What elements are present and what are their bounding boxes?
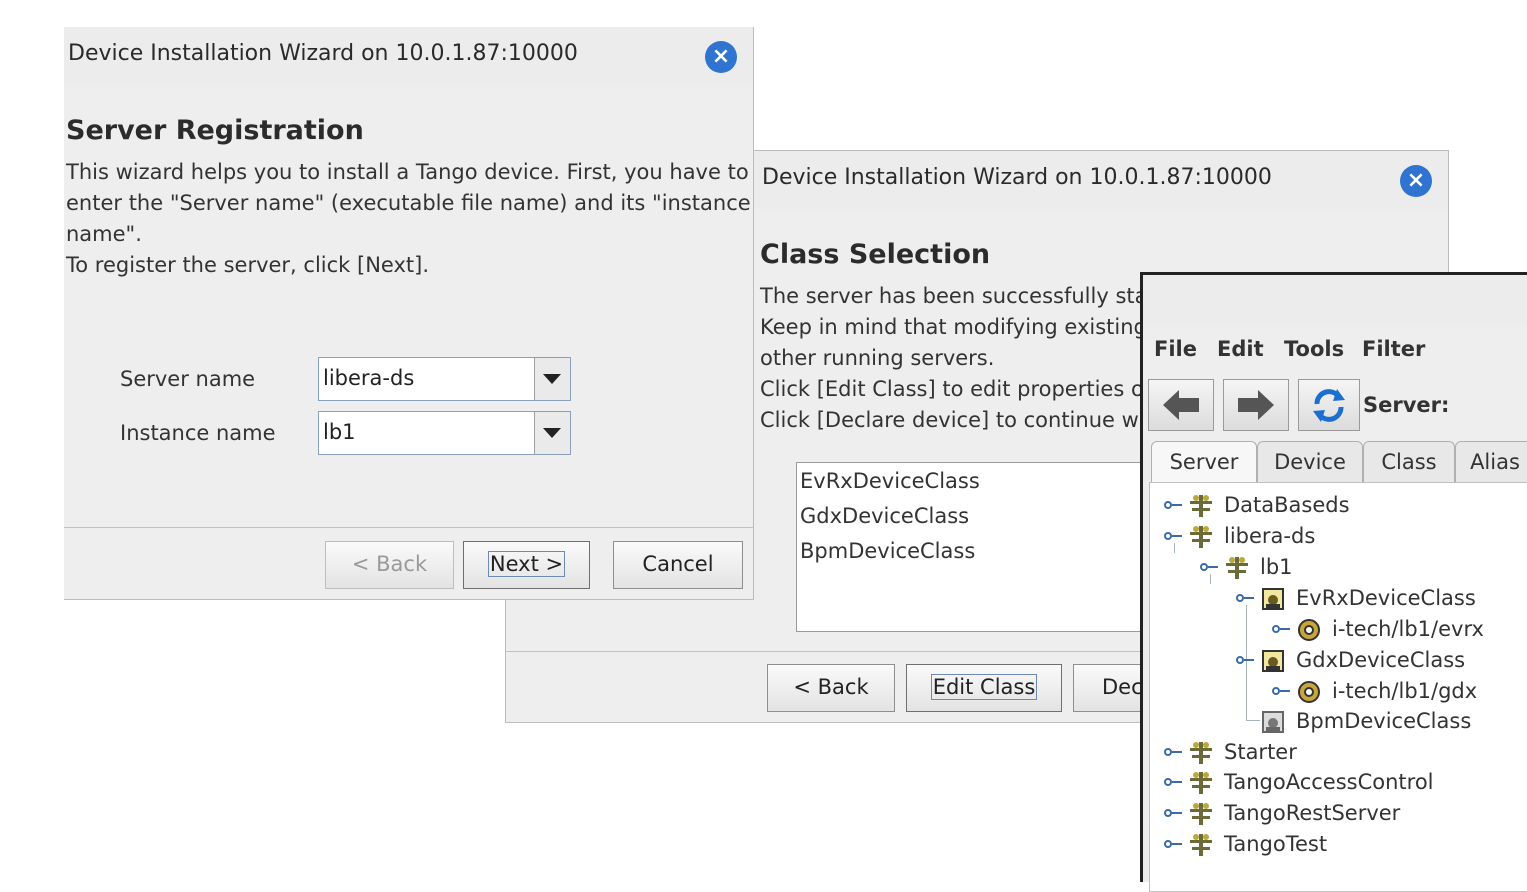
close-icon[interactable]: × (705, 41, 737, 73)
close-icon[interactable]: × (1400, 165, 1432, 197)
device-icon (1298, 681, 1320, 703)
tree-toggle-icon[interactable] (1164, 746, 1182, 758)
tree-node[interactable]: DataBaseds (1224, 493, 1350, 517)
arrow-right-icon (1238, 390, 1274, 420)
tree-node[interactable]: TangoTest (1224, 832, 1327, 856)
description-line: Click [Edit Class] to edit properties of… (760, 377, 1167, 401)
tab-server[interactable]: Server (1151, 441, 1257, 483)
tree-node[interactable]: libera-ds (1224, 524, 1315, 548)
class-icon (1262, 588, 1284, 610)
edit-class-button[interactable]: Edit Class (906, 664, 1062, 712)
menu-edit[interactable]: Edit (1217, 337, 1264, 361)
tab-class[interactable]: Class (1363, 441, 1455, 483)
tree-toggle-icon[interactable] (1164, 807, 1182, 819)
back-nav-button[interactable] (1148, 379, 1214, 431)
tree-toggle-icon[interactable] (1272, 623, 1290, 635)
list-item[interactable]: EvRxDeviceClass (800, 469, 980, 493)
class-icon (1262, 711, 1284, 733)
tree-connector (1210, 574, 1211, 584)
menu-bar: File Edit Tools Filter (1143, 337, 1527, 367)
list-item[interactable]: GdxDeviceClass (800, 504, 969, 528)
server-icon (1190, 834, 1212, 856)
forward-nav-button[interactable] (1223, 379, 1289, 431)
tree-node[interactable]: TangoRestServer (1224, 801, 1400, 825)
description-line: enter the "Server name" (executable file… (66, 191, 751, 215)
edit-class-label: Edit Class (930, 674, 1038, 700)
server-name-combo[interactable]: libera-ds (318, 357, 571, 401)
menu-filter[interactable]: Filter (1362, 337, 1425, 361)
chevron-down-icon[interactable] (534, 358, 570, 400)
tree-node[interactable]: Starter (1224, 740, 1297, 764)
instance-name-value[interactable]: lb1 (323, 420, 356, 444)
device-icon (1298, 619, 1320, 641)
tree-node[interactable]: i-tech/lb1/gdx (1332, 679, 1477, 703)
description-line: name". (66, 222, 142, 246)
server-icon (1190, 772, 1212, 794)
server-name-value[interactable]: libera-ds (323, 366, 414, 390)
description: This wizard helps you to install a Tango… (66, 157, 751, 281)
next-label: Next > (487, 551, 566, 577)
description-line: other running servers. (760, 346, 995, 370)
next-button[interactable]: Next > (463, 541, 590, 589)
page-heading: Server Registration (66, 115, 364, 146)
description: The server has been successfully star Ke… (760, 281, 1166, 436)
arrow-left-icon (1163, 390, 1199, 420)
page-heading: Class Selection (760, 239, 991, 270)
description-line: To register the server, click [Next]. (66, 253, 429, 277)
tree-node[interactable]: BpmDeviceClass (1296, 709, 1471, 733)
description-line: The server has been successfully star (760, 284, 1157, 308)
tree-toggle-icon[interactable] (1164, 530, 1182, 542)
server-icon (1226, 557, 1248, 579)
menu-file[interactable]: File (1154, 337, 1197, 361)
server-icon (1190, 526, 1212, 548)
server-name-label: Server name (120, 367, 256, 391)
tree-toggle-icon[interactable] (1236, 592, 1254, 604)
refresh-button[interactable] (1298, 379, 1360, 431)
server-tree[interactable]: DataBaseds libera-ds lb1 EvRxDeviceClass… (1149, 482, 1527, 892)
jive-title-bar[interactable] (1143, 275, 1527, 325)
tree-connector (1246, 720, 1260, 721)
tree-node[interactable]: EvRxDeviceClass (1296, 586, 1476, 610)
instance-name-combo[interactable]: lb1 (318, 411, 571, 455)
class-list[interactable]: EvRxDeviceClass GdxDeviceClass BpmDevice… (796, 462, 1156, 632)
server-icon (1190, 742, 1212, 764)
instance-name-label: Instance name (120, 421, 276, 445)
refresh-icon (1313, 389, 1345, 422)
server-registration-window: Device Installation Wizard on 10.0.1.87:… (64, 27, 754, 600)
list-item[interactable]: BpmDeviceClass (800, 539, 975, 563)
tree-toggle-icon[interactable] (1272, 685, 1290, 697)
back-button[interactable]: < Back (325, 541, 454, 589)
server-icon (1190, 803, 1212, 825)
tree-node[interactable]: i-tech/lb1/evrx (1332, 617, 1484, 641)
tree-node[interactable]: TangoAccessControl (1224, 770, 1434, 794)
tree-node[interactable]: GdxDeviceClass (1296, 648, 1465, 672)
window-title: Device Installation Wizard on 10.0.1.87:… (762, 165, 1272, 190)
tree-toggle-icon[interactable] (1164, 499, 1182, 511)
chevron-down-icon[interactable] (534, 412, 570, 454)
tree-toggle-icon[interactable] (1200, 561, 1218, 573)
class-icon (1262, 650, 1284, 672)
cancel-button[interactable]: Cancel (613, 541, 743, 589)
declare-device-label: Dec (1102, 675, 1143, 699)
jive-window: File Edit Tools Filter Server: Server De… (1140, 272, 1527, 892)
tab-device[interactable]: Device (1257, 441, 1363, 483)
divider (64, 527, 753, 528)
tree-toggle-icon[interactable] (1236, 654, 1254, 666)
back-button[interactable]: < Back (767, 664, 895, 712)
tree-toggle-icon[interactable] (1164, 838, 1182, 850)
description-line: Keep in mind that modifying existing c (760, 315, 1166, 339)
description-line: This wizard helps you to install a Tango… (66, 160, 749, 184)
window-title: Device Installation Wizard on 10.0.1.87:… (68, 41, 578, 66)
tree-toggle-icon[interactable] (1164, 776, 1182, 788)
tree-node[interactable]: lb1 (1260, 555, 1293, 579)
tab-alias[interactable]: Alias (1455, 441, 1527, 483)
description-line: Click [Declare device] to continue with (760, 408, 1167, 432)
server-field-label: Server: (1363, 393, 1450, 417)
tree-connector (1174, 543, 1175, 553)
menu-tools[interactable]: Tools (1284, 337, 1344, 361)
server-icon (1190, 495, 1212, 517)
